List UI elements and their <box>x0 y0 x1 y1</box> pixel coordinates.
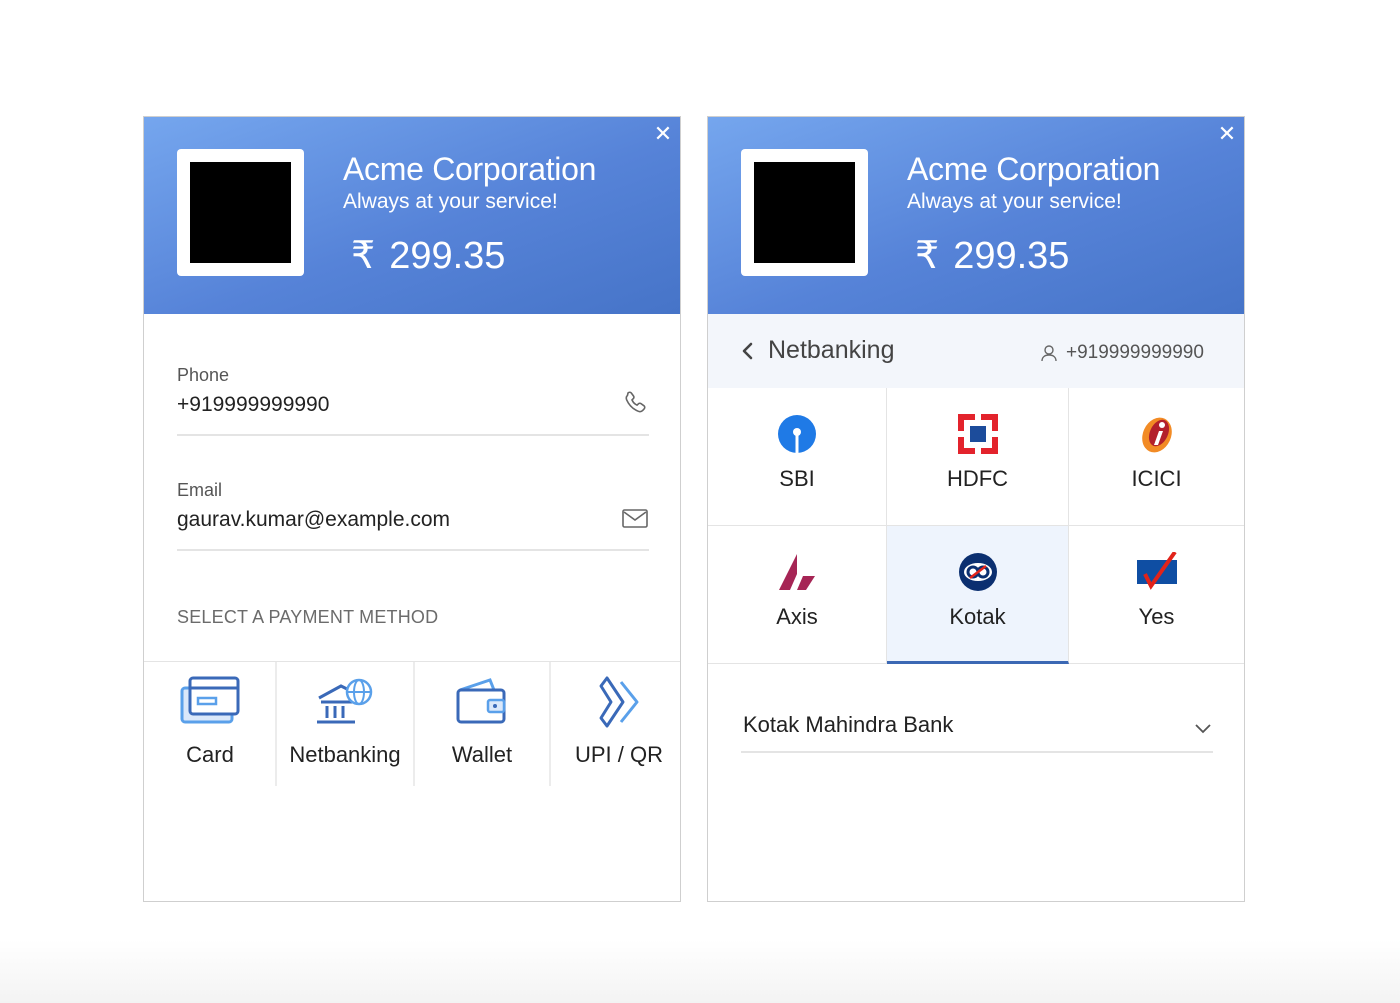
bank-grid: SBI HDFC ICICI Axis Kotak Yes <box>708 388 1244 666</box>
back-chevron-icon[interactable] <box>738 339 758 363</box>
merchant-logo-image <box>190 162 291 263</box>
bank-yes[interactable]: Yes <box>1069 526 1244 664</box>
bank-hdfc[interactable]: HDFC <box>887 388 1069 526</box>
email-field[interactable]: Email gaurav.kumar@example.com <box>177 480 649 551</box>
phone-field[interactable]: Phone +919999999990 <box>177 365 649 436</box>
phone-icon <box>625 391 646 413</box>
user-icon <box>1041 345 1057 362</box>
bank-select-dropdown[interactable]: Kotak Mahindra Bank <box>741 708 1213 753</box>
bank-axis-label: Axis <box>776 604 818 629</box>
yes-logo-icon <box>1136 552 1177 590</box>
icici-logo-icon <box>1141 417 1172 453</box>
mail-icon <box>622 509 648 528</box>
kotak-logo-icon <box>958 553 997 591</box>
bank-globe-icon <box>317 678 373 724</box>
method-card-label: Card <box>186 742 234 767</box>
method-card[interactable]: Card <box>144 662 276 786</box>
bank-kotak-label: Kotak <box>949 604 1006 629</box>
payment-methods: Card Netbanking Wallet UPI / QR <box>144 661 680 786</box>
axis-logo-icon <box>779 554 815 590</box>
merchant-logo <box>177 149 304 276</box>
bank-sbi-label: SBI <box>779 466 815 491</box>
merchant-logo <box>741 149 868 276</box>
checkout-header: ✕ Acme Corporation Always at your servic… <box>708 117 1244 314</box>
amount-value: 299.35 <box>953 235 1070 277</box>
phone-label: Phone <box>177 365 230 385</box>
method-wallet-label: Wallet <box>451 742 513 767</box>
currency-symbol: ₹ <box>351 235 376 277</box>
close-button[interactable]: ✕ <box>1216 123 1238 145</box>
bank-icici[interactable]: ICICI <box>1069 388 1244 526</box>
bank-kotak[interactable]: Kotak <box>887 526 1069 664</box>
merchant-tagline: Always at your service! <box>343 190 558 213</box>
contact-phone: +919999999990 <box>1066 342 1204 363</box>
merchant-name: Acme Corporation <box>907 151 1161 187</box>
phone-input[interactable]: +919999999990 <box>177 393 329 417</box>
method-upi[interactable]: UPI / QR <box>551 662 680 786</box>
method-netbanking-label: Netbanking <box>289 742 401 767</box>
method-upi-label: UPI / QR <box>574 742 663 767</box>
bank-hdfc-label: HDFC <box>946 466 1009 491</box>
checkout-panel-contact: ✕ Acme Corporation Always at your servic… <box>143 116 681 902</box>
netbanking-title: Netbanking <box>768 336 895 364</box>
merchant-name: Acme Corporation <box>343 151 597 187</box>
bank-yes-label: Yes <box>1138 604 1175 629</box>
amount: ₹299.35 <box>915 233 1069 278</box>
method-wallet[interactable]: Wallet <box>415 662 549 786</box>
close-button[interactable]: ✕ <box>652 123 674 145</box>
bank-axis[interactable]: Axis <box>708 526 887 664</box>
card-icon <box>180 676 240 724</box>
upi-icon <box>599 676 639 728</box>
hdfc-logo-icon <box>957 414 998 454</box>
amount: ₹299.35 <box>351 233 505 278</box>
sbi-logo-icon <box>778 415 816 453</box>
email-label: Email <box>177 480 223 500</box>
chevron-down-icon <box>1195 724 1211 734</box>
checkout-panel-netbanking: ✕ Acme Corporation Always at your servic… <box>707 116 1245 902</box>
merchant-logo-image <box>754 162 855 263</box>
payment-method-heading: SELECT A PAYMENT METHOD <box>177 607 439 627</box>
bank-sbi[interactable]: SBI <box>708 388 887 526</box>
merchant-tagline: Always at your service! <box>907 190 1122 213</box>
netbanking-nav-bar: Netbanking +919999999990 <box>708 314 1244 388</box>
method-netbanking[interactable]: Netbanking <box>277 662 413 786</box>
wallet-icon <box>456 678 506 724</box>
email-input[interactable]: gaurav.kumar@example.com <box>177 508 450 532</box>
bank-icici-label: ICICI <box>1131 466 1182 491</box>
bank-select-value: Kotak Mahindra Bank <box>743 712 954 737</box>
currency-symbol: ₹ <box>915 235 940 277</box>
amount-value: 299.35 <box>389 235 506 277</box>
checkout-header: ✕ Acme Corporation Always at your servic… <box>144 117 680 314</box>
